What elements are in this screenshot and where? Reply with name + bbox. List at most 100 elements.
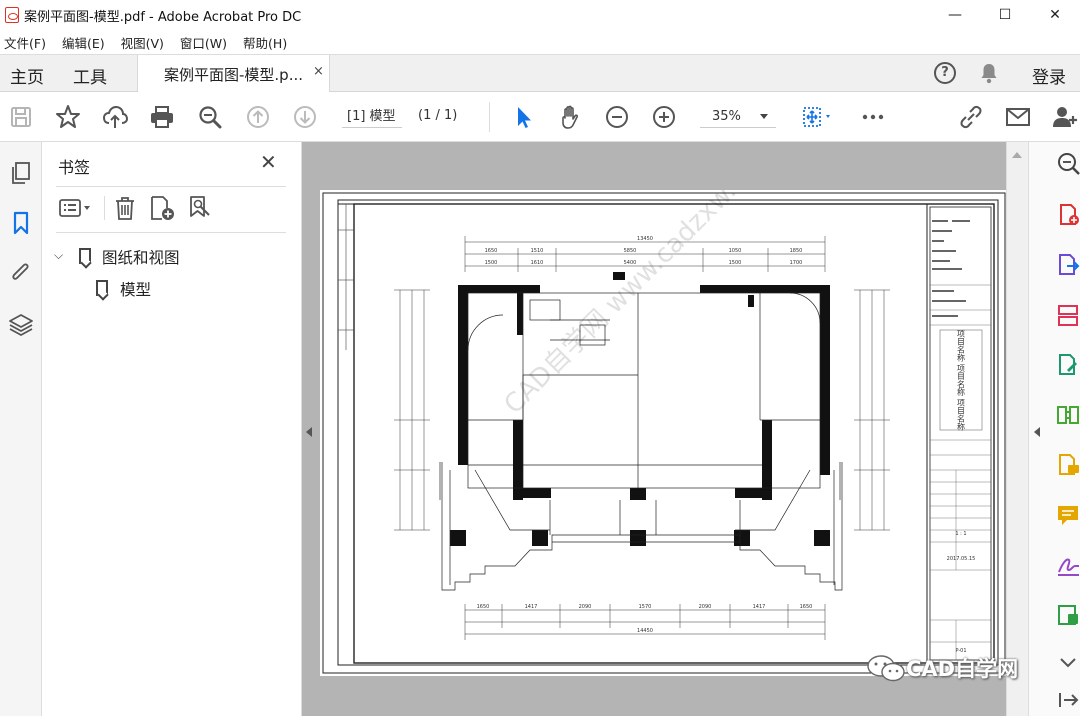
window-title: 案例平面图-模型.pdf - Adobe Acrobat Pro DC	[24, 9, 302, 25]
dimension-label: 1417	[753, 604, 766, 610]
scroll-up-arrow[interactable]	[1012, 152, 1022, 158]
dimension-label: 1417	[525, 604, 538, 610]
tab-tools[interactable]: 工具	[73, 63, 107, 88]
close-window-button[interactable]: ✕	[1030, 0, 1080, 30]
tab-home[interactable]: 主页	[10, 63, 44, 88]
fill-sign-icon[interactable]	[1055, 552, 1080, 578]
fit-page-icon[interactable]	[800, 104, 840, 130]
title-bar: 案例平面图-模型.pdf - Adobe Acrobat Pro DC — ☐ …	[0, 0, 1080, 30]
page-thumbnails-icon[interactable]	[8, 160, 34, 186]
close-panel-button[interactable]: ✕	[260, 150, 277, 174]
zoom-in-icon[interactable]	[651, 104, 677, 130]
bookmarks-panel: 书签 ✕ ⌵ 图纸和视图 模型	[42, 142, 302, 716]
tab-bar: 主页 工具 案例平面图-模型.p... × ? 登录	[0, 54, 1080, 93]
divider	[56, 232, 286, 233]
zoom-search-icon[interactable]	[197, 104, 223, 130]
new-bookmark-icon[interactable]	[148, 194, 176, 222]
protect-icon[interactable]	[1055, 602, 1080, 628]
menu-help[interactable]: 帮助(H)	[238, 33, 292, 52]
collapse-left-panel-icon[interactable]	[306, 427, 312, 437]
close-tab-button[interactable]: ×	[313, 64, 324, 79]
email-icon[interactable]	[1005, 104, 1031, 130]
dimension-label: 5850	[624, 248, 637, 254]
maximize-button[interactable]: ☐	[980, 0, 1030, 30]
zoom-out-icon[interactable]	[604, 104, 630, 130]
attachments-icon[interactable]	[8, 260, 34, 286]
help-icon[interactable]: ?	[934, 62, 956, 84]
vertical-scrollbar[interactable]	[1006, 142, 1028, 716]
bookmark-options-icon[interactable]	[56, 194, 98, 222]
more-options-icon[interactable]	[860, 104, 886, 130]
watermark-text: CAD自学网	[906, 657, 1019, 681]
next-page-icon[interactable]	[292, 104, 318, 130]
scale-label: 1 : 1	[955, 531, 966, 537]
dimension-label: 1850	[790, 248, 803, 254]
toolbar-divider	[489, 102, 490, 132]
wechat-watermark: CAD自学网	[866, 653, 1018, 683]
menu-window[interactable]: 窗口(W)	[175, 33, 232, 52]
wechat-logo-icon	[867, 655, 905, 682]
minimize-button[interactable]: —	[930, 0, 980, 30]
dimension-label: 14450	[637, 628, 653, 634]
floor-plan-drawing: 项目名称 项目名称 项目名称 1 : 1 2017.05.15 P-01 134…	[322, 137, 1006, 674]
compare-files-icon[interactable]	[1055, 402, 1080, 428]
dimension-label: 1500	[485, 260, 498, 266]
cloud-upload-icon[interactable]	[102, 104, 128, 130]
add-user-icon[interactable]	[1052, 104, 1078, 130]
divider	[56, 186, 286, 187]
print-icon[interactable]	[149, 104, 175, 130]
window-controls: — ☐ ✕	[930, 0, 1080, 30]
page-number-field[interactable]: [1] 模型	[342, 106, 402, 128]
diagonal-watermark: CAD自学网 www.cadzxw.com	[499, 190, 782, 420]
bookmark-icon	[96, 280, 108, 296]
project-title: 项目名称 项目名称 项目名称	[957, 329, 966, 431]
export-pdf-icon[interactable]	[1055, 252, 1080, 278]
dimension-label: 1500	[729, 260, 742, 266]
panel-collapse-arrow-icon[interactable]	[1055, 687, 1080, 713]
zoom-level-dropdown[interactable]: 35%	[700, 106, 776, 128]
right-tools-panel	[1028, 142, 1080, 716]
edit-pdf-icon[interactable]	[1055, 352, 1080, 378]
delete-bookmark-icon[interactable]	[111, 194, 139, 222]
organize-pages-icon[interactable]	[1055, 302, 1080, 328]
star-icon[interactable]	[55, 104, 81, 130]
dimension-label: 1650	[485, 248, 498, 254]
notification-bell-icon[interactable]	[980, 62, 998, 84]
dimension-label: 2090	[579, 604, 592, 610]
divider	[104, 196, 105, 220]
dimension-label: 1700	[790, 260, 803, 266]
dimension-label: 1050	[729, 248, 742, 254]
document-tab-label: 案例平面图-模型.p...	[164, 66, 304, 84]
dimension-label: 1610	[531, 260, 544, 266]
previous-page-icon[interactable]	[245, 104, 271, 130]
chevron-down-icon	[760, 114, 768, 119]
collapse-right-panel-icon[interactable]	[1034, 427, 1040, 437]
layers-icon[interactable]	[8, 312, 34, 338]
bookmark-search-icon[interactable]	[185, 194, 213, 222]
pdf-page[interactable]: 项目名称 项目名称 项目名称 1 : 1 2017.05.15 P-01 134…	[320, 137, 1008, 676]
bookmarks-panel-icon[interactable]	[8, 210, 34, 236]
tab-document[interactable]: 案例平面图-模型.p... ×	[137, 55, 330, 93]
hand-tool-icon[interactable]	[557, 104, 583, 130]
comment-file-icon[interactable]	[1055, 452, 1080, 478]
create-pdf-icon[interactable]	[1055, 202, 1080, 228]
chevron-down-icon[interactable]	[1055, 649, 1080, 675]
bookmarks-title: 书签	[58, 158, 91, 177]
menu-file[interactable]: 文件(F)	[0, 33, 51, 52]
dimension-label: 13450	[637, 236, 653, 242]
bookmark-label: 模型	[120, 281, 152, 299]
menu-view[interactable]: 视图(V)	[116, 33, 169, 52]
login-link[interactable]: 登录	[1032, 63, 1066, 88]
chevron-down-icon[interactable]: ⌵	[54, 248, 63, 263]
dimension-label: 1570	[639, 604, 652, 610]
menu-edit[interactable]: 编辑(E)	[57, 33, 110, 52]
comment-icon[interactable]	[1055, 502, 1080, 528]
dimension-label: 2090	[699, 604, 712, 610]
search-panel-icon[interactable]	[1055, 150, 1080, 176]
dimension-label: 1650	[477, 604, 490, 610]
zoom-level-value: 35%	[712, 109, 741, 124]
select-cursor-icon[interactable]	[510, 104, 536, 130]
share-link-icon[interactable]	[958, 104, 984, 130]
save-icon[interactable]	[8, 104, 34, 130]
menu-bar: 文件(F) 编辑(E) 视图(V) 窗口(W) 帮助(H)	[0, 30, 1080, 54]
